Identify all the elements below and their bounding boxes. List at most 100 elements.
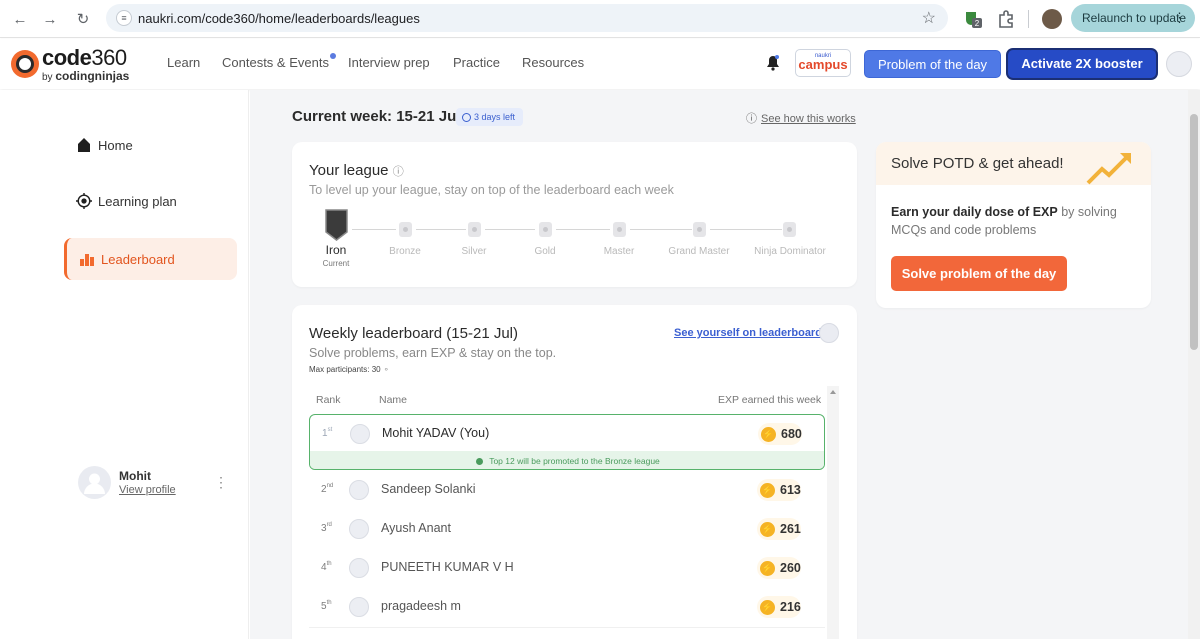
lock-icon: [468, 222, 481, 237]
promo-text: Earn your daily dose of EXP by solving M…: [891, 203, 1141, 239]
participant-name[interactable]: Mohit YADAV (You): [382, 426, 489, 440]
avatar[interactable]: [350, 424, 370, 444]
url-text[interactable]: naukri.com/code360/home/leaderboards/lea…: [138, 11, 420, 26]
league-connector: [416, 229, 466, 230]
page-scrollbar[interactable]: [1188, 90, 1200, 639]
logo-icon[interactable]: [11, 50, 39, 78]
browser-profile-avatar[interactable]: [1042, 9, 1062, 29]
see-yourself-avatar[interactable]: [819, 323, 839, 343]
problem-of-the-day-button[interactable]: Problem of the day: [864, 50, 1001, 78]
column-exp: EXP earned this week: [718, 394, 822, 406]
see-yourself-link[interactable]: See yourself on leaderboard: [674, 327, 822, 339]
see-how-link[interactable]: ⓘ See how this works: [746, 110, 856, 126]
campus-label: campus: [798, 57, 848, 72]
column-rank: Rank: [316, 394, 341, 406]
relaunch-label: Relaunch to update: [1082, 11, 1187, 25]
menu-interview-prep[interactable]: Interview prep: [348, 55, 430, 70]
target-icon: [76, 193, 92, 209]
participant-name[interactable]: PUNEETH KUMAR V H: [381, 560, 514, 574]
naukri-campus-link[interactable]: naukri campus: [795, 49, 851, 77]
user-avatar[interactable]: [1166, 51, 1192, 77]
menu-learn[interactable]: Learn: [167, 55, 200, 70]
avatar[interactable]: [349, 519, 369, 539]
extension-badge: 2: [975, 19, 980, 28]
exp-badge: ⚡ 680: [758, 423, 802, 445]
activate-booster-button[interactable]: Activate 2X booster: [1008, 50, 1156, 78]
max-participants-text: Max participants: 30: [309, 365, 381, 374]
profile-block[interactable]: Mohit View profile ⋮: [78, 466, 238, 502]
trend-up-icon: [1086, 153, 1131, 185]
rank-suffix: rd: [326, 522, 332, 528]
reload-icon[interactable]: ↻: [73, 9, 93, 29]
extensions-puzzle-icon[interactable]: [996, 9, 1016, 29]
max-participants: Max participants: 30 ⚬: [309, 365, 390, 374]
bell-icon[interactable]: [766, 55, 780, 71]
tier-ninja-dominator: Ninja Dominator: [754, 246, 826, 257]
more-vert-icon[interactable]: ⋮: [1173, 4, 1186, 32]
rank-value: 3rd: [321, 522, 332, 534]
exp-value: 261: [780, 522, 801, 536]
exp-badge: ⚡ 261: [757, 518, 801, 540]
extension-shield-icon[interactable]: 2: [963, 9, 983, 29]
exp-value: 216: [780, 600, 801, 614]
address-bar[interactable]: ≡ naukri.com/code360/home/leaderboards/l…: [106, 4, 948, 32]
my-rank-row[interactable]: 1st Mohit YADAV (You) ⚡ 680 Top 12 will b…: [309, 414, 825, 470]
iron-badge-icon: [325, 209, 348, 241]
sidebar-item-learning-plan[interactable]: Learning plan: [64, 180, 237, 222]
lightning-coin-icon: ⚡: [760, 599, 775, 615]
logo-text[interactable]: code360: [42, 45, 127, 71]
league-connector: [556, 229, 610, 230]
league-connector: [710, 229, 782, 230]
logo-number: 360: [91, 45, 127, 70]
view-profile-link[interactable]: View profile: [119, 484, 176, 496]
avatar[interactable]: [349, 597, 369, 617]
next-row-peek: [309, 627, 825, 639]
menu-contests-events[interactable]: Contests & Events: [222, 55, 329, 70]
rank-value: 1st: [322, 427, 332, 439]
promo-title: Solve POTD & get ahead!: [891, 155, 1064, 172]
days-left-badge: 3 days left: [456, 108, 524, 126]
forward-arrow-icon[interactable]: →: [40, 9, 60, 29]
promo-text-bold: Earn your daily dose of EXP: [891, 205, 1058, 219]
league-subtitle: To level up your league, stay on top of …: [309, 183, 674, 197]
avatar[interactable]: [349, 480, 369, 500]
solve-potd-button[interactable]: Solve problem of the day: [891, 256, 1067, 291]
relaunch-button[interactable]: Relaunch to update ⋮: [1071, 4, 1195, 32]
exp-badge: ⚡ 260: [757, 557, 801, 579]
back-arrow-icon[interactable]: ←: [10, 9, 30, 29]
menu-resources[interactable]: Resources: [522, 55, 584, 70]
sidebar-item-leaderboard[interactable]: Leaderboard: [64, 238, 237, 280]
rank-suffix: st: [327, 427, 333, 433]
leaderboard-scrollbar[interactable]: [827, 386, 839, 639]
table-row: 1st Mohit YADAV (You) ⚡ 680: [310, 415, 824, 453]
leaderboard-subtitle: Solve problems, earn EXP & stay on the t…: [309, 346, 557, 360]
participant-name[interactable]: pragadeesh m: [381, 599, 461, 613]
see-how-label: See how this works: [761, 113, 856, 125]
toolbar-divider: [1028, 10, 1029, 28]
column-name: Name: [379, 394, 408, 406]
scrollbar-thumb[interactable]: [1190, 114, 1198, 350]
rank-value: 5th: [321, 600, 332, 612]
lock-icon: [539, 222, 552, 237]
current-tier-label: Current: [322, 259, 350, 268]
site-info-icon[interactable]: ≡: [116, 10, 132, 26]
table-row[interactable]: 2nd Sandeep Solanki ⚡ 613: [309, 471, 825, 509]
leaderboard-title: Weekly leaderboard (15-21 Jul): [309, 325, 518, 342]
bar-chart-icon: [79, 251, 95, 267]
info-icon[interactable]: ⓘ: [393, 166, 404, 178]
participant-name[interactable]: Sandeep Solanki: [381, 482, 476, 496]
sidebar: [0, 90, 249, 639]
more-options-icon[interactable]: ⋮: [214, 474, 228, 491]
bookmark-star-icon[interactable]: ☆: [922, 8, 936, 28]
league-title: Your league ⓘ: [309, 162, 404, 179]
table-row[interactable]: 3rd Ayush Anant ⚡ 261: [309, 510, 825, 548]
avatar[interactable]: [349, 558, 369, 578]
table-row[interactable]: 4th PUNEETH KUMAR V H ⚡ 260: [309, 549, 825, 587]
participant-name[interactable]: Ayush Anant: [381, 521, 451, 535]
table-row[interactable]: 5th pragadeesh m ⚡ 216: [309, 588, 825, 626]
league-connector: [485, 229, 535, 230]
rank-value: 2nd: [321, 483, 333, 495]
menu-practice[interactable]: Practice: [453, 55, 500, 70]
sidebar-item-home[interactable]: Home: [64, 124, 237, 166]
profile-avatar[interactable]: [78, 466, 111, 499]
